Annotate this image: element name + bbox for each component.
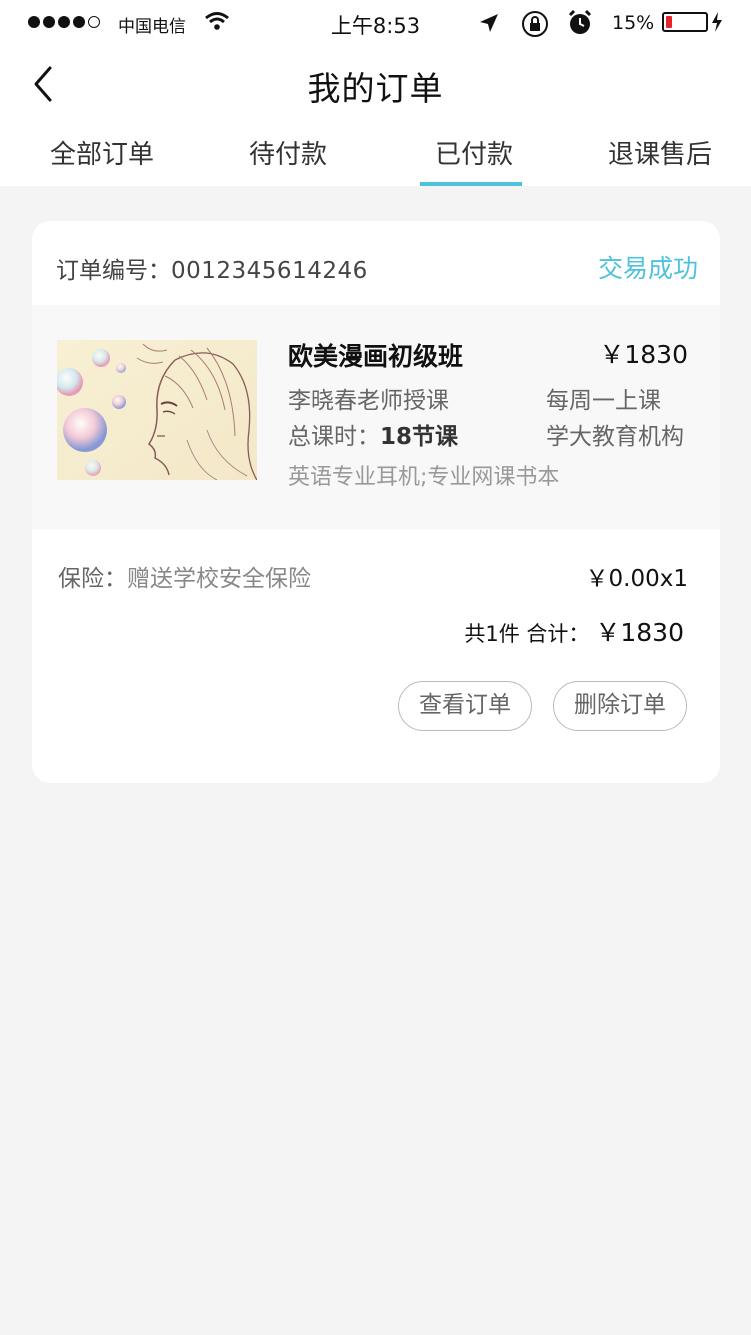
status-bar: 中国电信 上午8:53 15% <box>0 0 751 48</box>
course-item[interactable]: 欧美漫画初级班 ￥1830 李晓春老师授课 每周一上课 总课时：18节课 学大教… <box>32 305 720 529</box>
insurance-price: ￥0.00x1 <box>585 566 688 592</box>
course-teacher: 李晓春老师授课 <box>288 388 449 414</box>
order-number-label: 订单编号： <box>56 258 171 284</box>
insurance-row: 保险：赠送学校安全保险 <box>58 559 311 593</box>
battery-level-fill <box>666 16 672 28</box>
total-amount: ￥1830 <box>595 618 684 647</box>
alarm-clock-icon <box>566 9 594 42</box>
battery-percentage: 15% <box>612 12 655 34</box>
location-arrow-icon <box>478 12 500 39</box>
course-price: ￥1830 <box>599 340 688 369</box>
course-extras: 英语专业耳机;专业网课书本 <box>288 465 560 490</box>
total-label: 共1件 合计： <box>464 622 590 646</box>
order-total: 共1件 合计： ￥1830 <box>464 613 684 649</box>
course-schedule: 每周一上课 <box>546 388 661 414</box>
tab-pending-payment[interactable]: 待付款 <box>194 130 382 186</box>
tab-refund-after-sales[interactable]: 退课售后 <box>566 130 751 186</box>
active-tab-indicator <box>420 182 522 186</box>
tab-all-orders[interactable]: 全部订单 <box>8 130 196 186</box>
insurance-value: 赠送学校安全保险 <box>127 566 311 592</box>
battery-icon <box>662 12 708 32</box>
page-title: 我的订单 <box>307 69 444 108</box>
order-number-value: 0012345614246 <box>171 258 368 284</box>
order-tabs: 全部订单 待付款 已付款 退课售后 <box>0 130 751 186</box>
rotation-lock-icon <box>520 9 550 44</box>
tab-paid[interactable]: 已付款 <box>380 130 568 186</box>
course-total-hours: 总课时：18节课 <box>288 417 458 451</box>
order-status: 交易成功 <box>597 254 698 283</box>
charging-bolt-icon <box>711 11 723 38</box>
course-thumbnail <box>57 340 257 480</box>
insurance-label: 保险： <box>58 566 127 592</box>
order-card: 订单编号：0012345614246 交易成功 欧美漫画初级班 ￥1830 李晓… <box>32 221 720 783</box>
order-number: 订单编号：0012345614246 <box>56 251 368 285</box>
course-name: 欧美漫画初级班 <box>288 342 464 371</box>
delete-order-button[interactable]: 删除订单 <box>553 681 687 731</box>
hours-label: 总课时： <box>288 424 380 450</box>
hours-value: 18节课 <box>380 424 459 450</box>
view-order-button[interactable]: 查看订单 <box>398 681 532 731</box>
course-organization: 学大教育机构 <box>546 424 684 450</box>
